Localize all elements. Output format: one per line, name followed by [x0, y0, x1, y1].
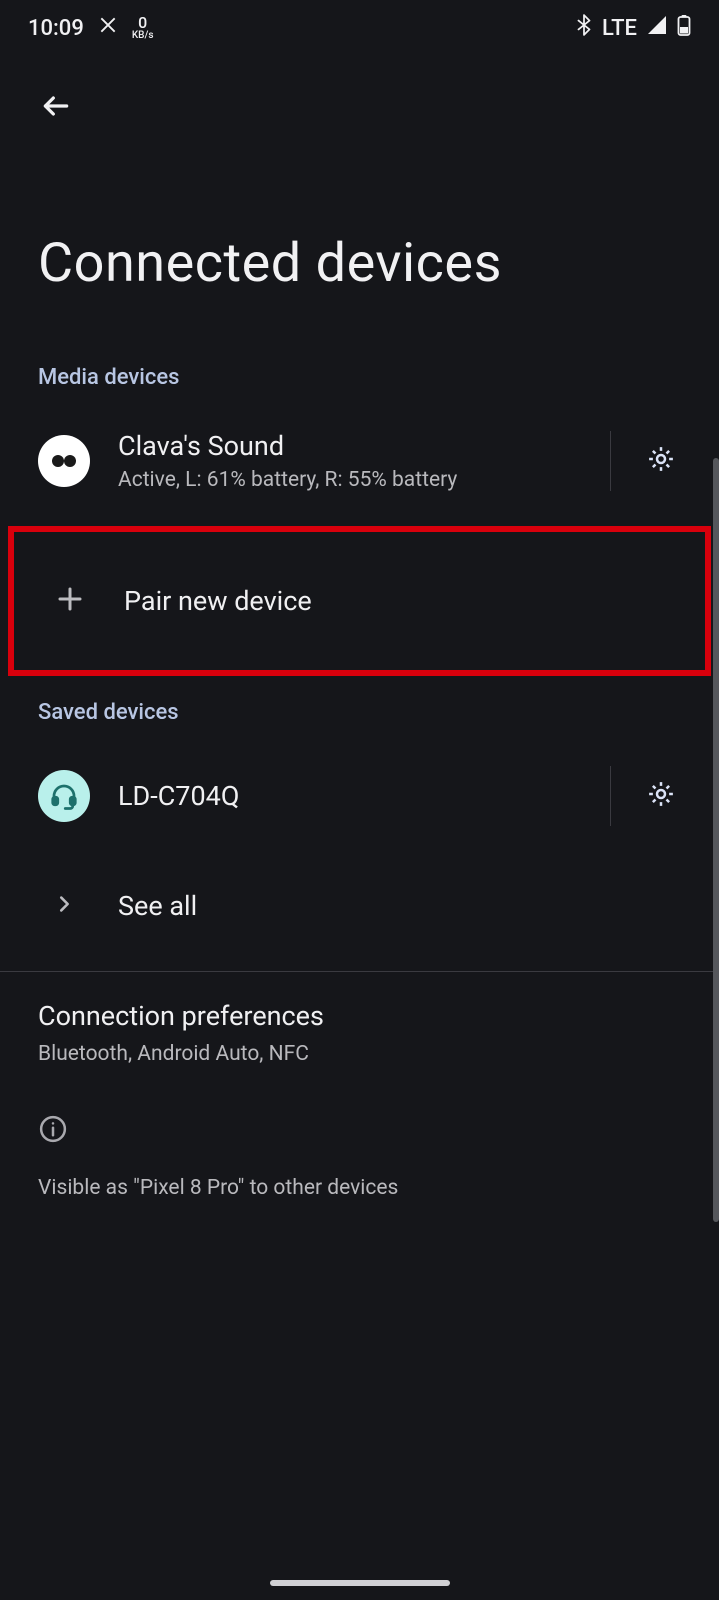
status-bar: 10:09 0 KB/s LTE [0, 0, 719, 56]
saved-device-settings-button[interactable] [610, 766, 691, 826]
arrow-back-icon [40, 90, 72, 126]
home-indicator[interactable] [270, 1580, 450, 1586]
saved-device-name: LD-C704Q [118, 780, 576, 812]
info-icon [38, 1114, 681, 1148]
pair-new-device-label: Pair new device [124, 585, 685, 617]
network-label: LTE [602, 16, 637, 41]
battery-icon [677, 14, 691, 42]
media-devices-header: Media devices [0, 365, 719, 406]
back-button[interactable] [32, 84, 80, 132]
kbps-indicator: 0 KB/s [132, 15, 154, 41]
media-device-row[interactable]: Clava's Sound Active, L: 61% battery, R:… [0, 406, 719, 516]
status-time: 10:09 [28, 16, 84, 41]
saved-device-row[interactable]: LD-C704Q [0, 741, 719, 851]
gear-icon [646, 779, 676, 813]
gear-icon [646, 444, 676, 478]
connection-preferences-title: Connection preferences [38, 1000, 681, 1032]
x-app-icon [98, 15, 118, 41]
chevron-right-icon [53, 893, 75, 919]
pair-new-device-highlight: Pair new device [8, 526, 711, 676]
media-device-status: Active, L: 61% battery, R: 55% battery [118, 468, 576, 492]
see-all-label: See all [118, 890, 691, 922]
connection-preferences-row[interactable]: Connection preferences Bluetooth, Androi… [0, 972, 719, 1074]
plus-icon [55, 584, 85, 618]
media-device-settings-button[interactable] [610, 431, 691, 491]
saved-devices-header: Saved devices [0, 686, 719, 741]
page-title: Connected devices [0, 132, 719, 365]
see-all-row[interactable]: See all [0, 851, 719, 961]
pair-new-device-row[interactable]: Pair new device [14, 532, 705, 670]
signal-icon [647, 15, 667, 41]
media-device-name: Clava's Sound [118, 430, 576, 462]
bluetooth-icon [576, 14, 592, 42]
earbuds-avatar [38, 435, 90, 487]
connection-preferences-subtitle: Bluetooth, Android Auto, NFC [38, 1042, 681, 1066]
scroll-indicator [713, 458, 719, 1222]
headset-avatar [38, 770, 90, 822]
visibility-info-text: Visible as "Pixel 8 Pro" to other device… [38, 1176, 681, 1200]
